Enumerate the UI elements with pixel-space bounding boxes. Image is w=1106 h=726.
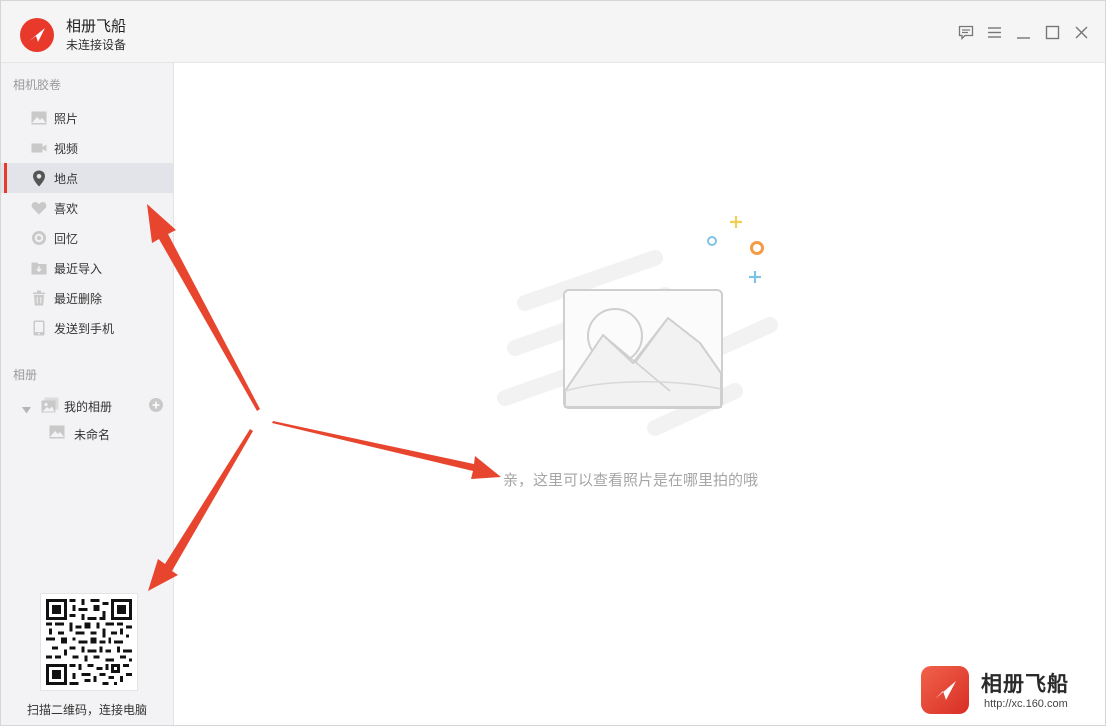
brand-name: 相册飞船: [981, 673, 1069, 696]
album-item-unnamed[interactable]: 未命名: [1, 419, 173, 447]
trash-icon: [31, 290, 47, 306]
sidebar: 相机胶卷 照片 视频 地点 喜欢 回忆 最近导入 最近删除 发送到手机 相册 我…: [1, 63, 174, 725]
title-bar: 相册飞船 未连接设备: [1, 1, 1105, 63]
brand-watermark: 相册飞船 http://xc.160.com: [921, 666, 1091, 714]
menu-icon[interactable]: [985, 23, 1004, 42]
album-stack-icon: [41, 397, 59, 418]
sidebar-item-label: 最近导入: [54, 261, 103, 276]
window-controls: [956, 23, 1091, 42]
collapse-triangle-icon[interactable]: [22, 401, 31, 419]
decor-circle-icon: [750, 241, 764, 255]
empty-state-hint: 亲，这里可以查看照片是在哪里拍的哦: [503, 472, 759, 489]
app-title: 相册飞船: [66, 18, 127, 35]
photo-icon: [31, 110, 47, 126]
decor-plus-icon: [749, 271, 761, 283]
sidebar-item-label: 回忆: [54, 231, 79, 246]
sidebar-item-label: 地点: [54, 171, 79, 186]
my-albums-label: 我的相册: [64, 400, 113, 414]
sidebar-item-label: 发送到手机: [54, 321, 115, 336]
sidebar-item-label: 视频: [54, 141, 79, 156]
sidebar-item-label: 喜欢: [54, 201, 79, 216]
qr-code: [40, 593, 138, 691]
app-window: 相册飞船 未连接设备 相机胶卷 照片 视频 地点 喜欢 回忆 最近导入 最近删除…: [0, 0, 1106, 726]
add-album-icon[interactable]: [149, 398, 163, 417]
heart-icon: [31, 200, 47, 216]
brand-url: http://xc.160.com: [984, 698, 1068, 710]
sidebar-item-recently-deleted[interactable]: 最近删除: [1, 283, 173, 313]
import-icon: [31, 260, 47, 276]
sidebar-item-recent-imports[interactable]: 最近导入: [1, 253, 173, 283]
section-title-albums: 相册: [13, 368, 38, 382]
video-icon: [31, 140, 47, 156]
section-title-camera-roll: 相机胶卷: [13, 78, 62, 92]
phone-icon: [31, 320, 47, 336]
my-albums-row[interactable]: 我的相册: [1, 391, 173, 419]
album-label: 未命名: [74, 428, 111, 442]
decor-plus-icon: [730, 216, 742, 228]
sidebar-item-label: 照片: [54, 111, 79, 126]
sidebar-item-photos[interactable]: 照片: [1, 103, 173, 133]
minimize-icon[interactable]: [1014, 23, 1033, 42]
sidebar-item-favorites[interactable]: 喜欢: [1, 193, 173, 223]
location-icon: [31, 170, 47, 186]
maximize-icon[interactable]: [1043, 23, 1062, 42]
sidebar-item-memories[interactable]: 回忆: [1, 223, 173, 253]
sidebar-item-videos[interactable]: 视频: [1, 133, 173, 163]
feedback-icon[interactable]: [956, 23, 975, 42]
app-logo-icon: [20, 18, 54, 52]
connection-status: 未连接设备: [66, 38, 127, 52]
qr-caption: 扫描二维码，连接电脑: [26, 703, 147, 717]
close-icon[interactable]: [1072, 23, 1091, 42]
sidebar-item-send-to-phone[interactable]: 发送到手机: [1, 313, 173, 343]
memory-icon: [31, 230, 47, 246]
sidebar-item-label: 最近删除: [54, 291, 103, 306]
decor-circle-icon: [707, 236, 717, 246]
brand-logo-icon: [921, 666, 969, 714]
sidebar-item-places[interactable]: 地点: [1, 163, 173, 193]
empty-state-illustration: [497, 216, 778, 436]
album-photo-icon: [49, 425, 65, 444]
main-content: 亲，这里可以查看照片是在哪里拍的哦 相册飞船 http://xc.160.com: [175, 63, 1105, 725]
